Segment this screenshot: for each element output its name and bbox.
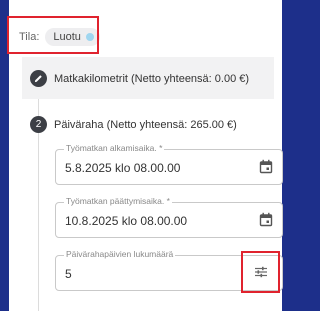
step-number: 2 [30,116,47,133]
calendar-icon[interactable] [259,212,273,227]
start-time-value: 5.8.2025 klo 08.00.00 [65,161,181,175]
section-title-matkakilometrit: Matkakilometrit (Netto yhteensä: 0.00 €) [54,73,250,85]
allowance-days-value: 5 [65,267,72,281]
start-time-label: Työmatkan alkamisaika. * [64,143,165,153]
start-time-field[interactable]: Työmatkan alkamisaika. * 5.8.2025 klo 08… [55,143,283,185]
content-panel: Tila: Luotu Matkakilometrit (Netto yhtee… [7,0,283,311]
highlight-box-status [7,16,99,54]
end-time-field[interactable]: Työmatkan päättymisaika. * 10.8.2025 klo… [55,196,283,238]
timeline-line [38,62,39,311]
end-time-label: Työmatkan päättymisaika. * [64,196,172,206]
calendar-icon[interactable] [259,159,273,174]
pencil-icon [30,70,47,87]
highlight-box-tune [241,251,280,293]
section-title-paivaraha[interactable]: Päiväraha (Netto yhteensä: 265.00 €) [54,119,237,131]
allowance-days-label: Päivärahapäivien lukumäärä [64,249,176,259]
end-time-value: 10.8.2025 klo 08.00.00 [65,214,188,228]
